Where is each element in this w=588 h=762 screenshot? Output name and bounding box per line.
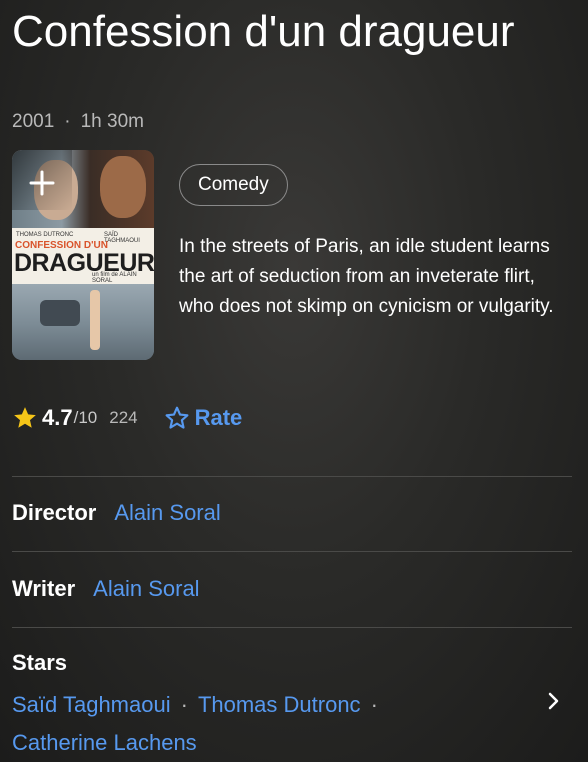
rate-button[interactable]: Rate [164,405,243,431]
rating-value: 4.7 [42,405,73,430]
poster-car [40,300,80,326]
poster-face-right [100,156,146,218]
writer-link[interactable]: Alain Soral [93,576,199,602]
chevron-right-icon[interactable] [544,692,562,710]
movie-title: Confession d'un dragueur [12,7,515,56]
rating-count: 224 [109,408,138,427]
poster-figure [90,290,100,350]
plus-icon [29,170,55,196]
stars-separator: · [370,692,378,717]
director-row: Director Alain Soral [12,500,221,526]
divider [12,476,572,477]
director-label: Director [12,500,97,525]
divider [12,627,572,628]
plot-summary: In the streets of Paris, an idle student… [179,236,554,317]
meta-separator: · [64,111,71,132]
writer-row: Writer Alain Soral [12,576,200,602]
poster-credit-right: SAÏD TAGHMAOUI [104,232,140,244]
writer-label: Writer [12,576,76,601]
rating-max: /10 [73,408,98,427]
poster-street [12,284,154,360]
movie-poster[interactable]: THOMAS DUTRONC SAÏD TAGHMAOUI CONFESSION… [12,150,154,360]
stars-label: Stars [12,650,68,675]
release-year: 2001 [12,111,55,132]
genre-chip[interactable]: Comedy [179,164,288,206]
divider [12,551,572,552]
rating-row: 4.7 /10 224 Rate [12,402,242,434]
star-link[interactable]: Catherine Lachens [12,730,197,755]
star-link[interactable]: Thomas Dutronc [198,692,361,717]
runtime: 1h 30m [80,111,144,132]
poster-credit-left: THOMAS DUTRONC [16,232,74,238]
stars-list: Saïd Taghmaoui · Thomas Dutronc · Catherine … [12,686,532,762]
add-to-watchlist-button[interactable] [12,150,72,210]
rate-label: Rate [194,405,243,430]
star-filled-icon [14,407,36,428]
star-link[interactable]: Saïd Taghmaoui [12,692,171,717]
director-link[interactable]: Alain Soral [114,500,220,526]
poster-byline: un film de ALAIN SORAL [92,272,137,284]
movie-meta: 2001 · 1h 30m [12,111,144,133]
stars-separator: · [180,692,188,717]
star-outline-icon [165,406,189,429]
